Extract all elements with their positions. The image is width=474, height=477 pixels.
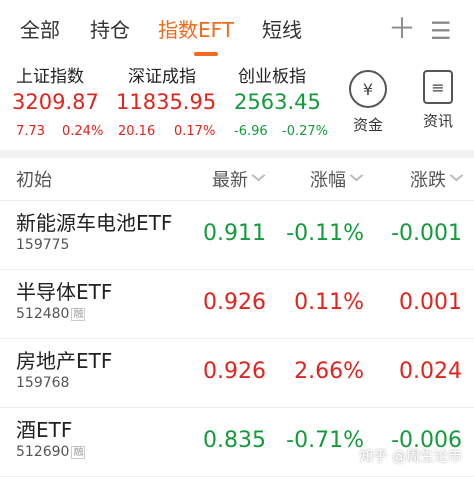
table-header: 初始 最新 涨幅 涨跌 bbox=[0, 158, 474, 201]
etf-latest: 0.835 bbox=[203, 428, 266, 453]
section-divider bbox=[0, 150, 474, 158]
etf-latest: 0.926 bbox=[203, 359, 266, 384]
news-button[interactable]: ≡ 资讯 bbox=[410, 70, 466, 131]
etf-pct: -0.71% bbox=[286, 428, 364, 453]
header-latest-label: 最新 bbox=[212, 170, 248, 191]
tab-index-etf[interactable]: 指数EFT bbox=[158, 16, 234, 44]
table-row[interactable]: 酒ETF 512690 融 0.835 -0.71% -0.006 bbox=[0, 408, 474, 477]
index-summary: 上证指数 3209.87 7.73 0.24% 深证成指 11835.95 20… bbox=[0, 62, 474, 150]
news-label: 资讯 bbox=[422, 112, 453, 130]
watermark: 知乎 @周生论市 bbox=[359, 449, 462, 465]
header-name[interactable]: 初始 bbox=[16, 166, 52, 192]
table-row[interactable]: 新能源车电池ETF 159775 0.911 -0.11% -0.001 bbox=[0, 201, 474, 270]
header-chg-label: 涨跌 bbox=[410, 170, 446, 191]
margin-badge: 融 bbox=[71, 446, 86, 459]
index-change: -6.96 bbox=[234, 124, 268, 139]
index-value: 3209.87 bbox=[12, 90, 99, 114]
tab-holdings[interactable]: 持仓 bbox=[90, 16, 130, 44]
margin-badge: 融 bbox=[71, 308, 86, 321]
header-pct[interactable]: 涨幅 bbox=[310, 166, 364, 192]
etf-chg: 0.024 bbox=[399, 359, 462, 384]
index-name: 深证成指 bbox=[128, 67, 196, 87]
etf-code: 159768 bbox=[16, 375, 70, 391]
header-latest[interactable]: 最新 bbox=[212, 166, 266, 192]
sort-icon bbox=[349, 169, 364, 182]
index-name: 上证指数 bbox=[16, 67, 84, 87]
etf-latest: 0.911 bbox=[203, 221, 266, 246]
header-pct-label: 涨幅 bbox=[310, 170, 346, 191]
index-value: 11835.95 bbox=[116, 90, 217, 114]
funds-label: 资金 bbox=[352, 116, 383, 134]
funds-button[interactable]: ¥ 资金 bbox=[340, 70, 396, 135]
index-change: 20.16 bbox=[118, 124, 156, 139]
index-pct: -0.27% bbox=[282, 124, 328, 139]
etf-code: 159775 bbox=[16, 237, 70, 253]
tab-short-term[interactable]: 短线 bbox=[262, 16, 302, 44]
etf-name: 新能源车电池ETF bbox=[16, 211, 173, 235]
etf-name: 酒ETF bbox=[16, 418, 73, 442]
etf-code: 512480 融 bbox=[16, 306, 86, 322]
index-value: 2563.45 bbox=[234, 90, 321, 114]
etf-chg: 0.001 bbox=[399, 290, 462, 315]
yen-icon: ¥ bbox=[349, 70, 387, 108]
menu-icon[interactable]: ☰ bbox=[430, 16, 452, 46]
etf-name: 房地产ETF bbox=[16, 349, 113, 373]
sort-icon bbox=[449, 169, 464, 182]
header-chg[interactable]: 涨跌 bbox=[410, 166, 464, 192]
etf-code-value: 512480 bbox=[16, 306, 70, 322]
document-icon: ≡ bbox=[423, 70, 453, 104]
index-name: 创业板指 bbox=[238, 67, 306, 87]
etf-code: 512690 融 bbox=[16, 444, 86, 460]
index-change: 7.73 bbox=[16, 124, 45, 139]
etf-name: 半导体ETF bbox=[16, 280, 113, 304]
plus-icon[interactable]: ＋ bbox=[388, 14, 416, 44]
etf-code-value: 512690 bbox=[16, 444, 70, 460]
etf-pct: -0.11% bbox=[286, 221, 364, 246]
active-tab-indicator bbox=[194, 52, 218, 56]
table-row[interactable]: 房地产ETF 159768 0.926 2.66% 0.024 bbox=[0, 339, 474, 408]
table-row[interactable]: 半导体ETF 512480 融 0.926 0.11% 0.001 bbox=[0, 270, 474, 339]
etf-pct: 2.66% bbox=[294, 359, 364, 384]
index-pct: 0.24% bbox=[62, 124, 104, 139]
etf-pct: 0.11% bbox=[294, 290, 364, 315]
sort-icon bbox=[251, 169, 266, 182]
tab-bar: 全部 持仓 指数EFT 短线 ＋ ☰ bbox=[0, 0, 474, 62]
tab-all[interactable]: 全部 bbox=[20, 16, 60, 44]
etf-latest: 0.926 bbox=[203, 290, 266, 315]
etf-chg: -0.001 bbox=[391, 221, 462, 246]
index-pct: 0.17% bbox=[174, 124, 216, 139]
